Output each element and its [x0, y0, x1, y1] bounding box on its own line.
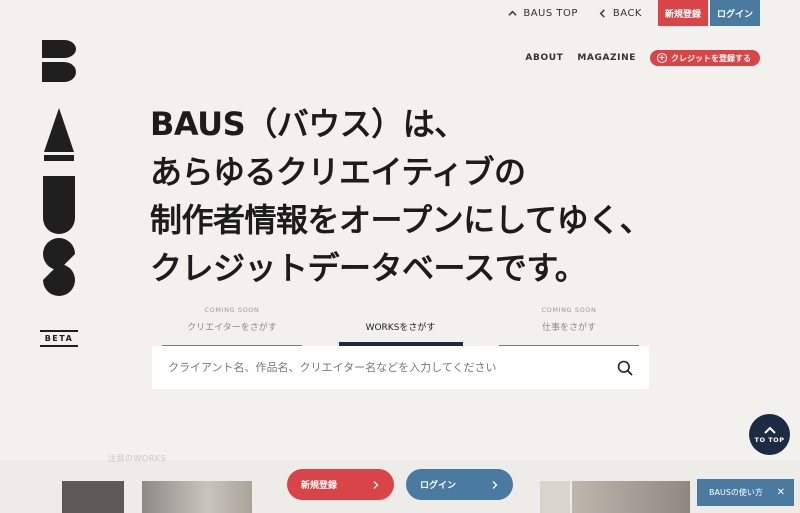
work-thumbnail[interactable] [142, 481, 252, 513]
register-credit-button[interactable]: + クレジットを登録する [650, 50, 760, 66]
tab-search-jobs[interactable]: COMING SOON 仕事をさがす [489, 306, 649, 346]
baus-logo-mark [42, 40, 76, 296]
baus-top-link[interactable]: BAUS TOP [498, 0, 588, 26]
work-thumbnail[interactable] [572, 481, 690, 513]
work-thumbnail[interactable] [540, 481, 570, 513]
hero-line-4: クレジットデータベースです。 [150, 249, 587, 287]
tab-label: WORKSをさがす [365, 323, 436, 333]
pickup-works-label: 注目のWORKS [108, 454, 167, 463]
search-input[interactable] [168, 361, 617, 374]
search-icon[interactable] [617, 360, 633, 376]
how-to-use-label: BAUSの使い方 [709, 488, 763, 497]
back-link[interactable]: BACK [588, 0, 652, 26]
work-thumbnail[interactable] [62, 481, 124, 513]
close-icon[interactable]: ✕ [777, 487, 785, 498]
plus-circle-icon: + [657, 53, 667, 63]
tab-label: クリエイターをさがす [187, 323, 277, 333]
beta-badge: BETA [40, 330, 78, 347]
search-tabs: COMING SOON クリエイターをさがす WORKSをさがす COMING … [152, 306, 649, 346]
main-nav: ABOUT MAGAZINE + クレジットを登録する [525, 50, 760, 66]
back-label: BACK [612, 7, 642, 19]
tab-label: 仕事をさがす [541, 323, 596, 333]
search-box [152, 346, 649, 389]
chevron-right-icon [373, 480, 379, 489]
signup-button[interactable]: 新規登録 [658, 0, 708, 26]
cta-signup-label: 新規登録 [301, 481, 338, 491]
to-top-button[interactable]: TO TOP [749, 414, 790, 455]
cta-login-button[interactable]: ログイン [406, 469, 513, 500]
chevron-right-icon [492, 480, 498, 489]
coming-soon-label: COMING SOON [204, 306, 260, 314]
hero-line-1: BAUS（バウス）は、 [150, 105, 466, 143]
login-button[interactable]: ログイン [710, 0, 760, 26]
nav-magazine[interactable]: MAGAZINE [577, 53, 636, 63]
baus-top-label: BAUS TOP [523, 7, 578, 19]
hero-line-2: あらゆるクリエイティブの [150, 153, 526, 191]
register-credit-label: クレジットを登録する [671, 53, 751, 63]
coming-soon-label: COMING SOON [541, 306, 597, 314]
to-top-label: TO TOP [754, 435, 785, 444]
tab-search-creators[interactable]: COMING SOON クリエイターをさがす [152, 306, 312, 346]
chevron-left-icon [599, 8, 605, 18]
chevron-up-icon [508, 10, 517, 16]
chevron-up-icon [763, 426, 776, 434]
cta-login-label: ログイン [420, 481, 457, 491]
hero-heading: BAUS（バウス）は、 あらゆるクリエイティブの 制作者情報をオープンにしてゆく… [150, 100, 652, 292]
tab-search-works[interactable]: WORKSをさがす [321, 306, 481, 346]
top-bar: BAUS TOP BACK 新規登録 ログイン [498, 0, 760, 26]
baus-logo[interactable] [42, 40, 76, 312]
coming-soon-label [321, 306, 481, 316]
nav-about[interactable]: ABOUT [525, 53, 563, 63]
how-to-use-banner[interactable]: BAUSの使い方 ✕ [697, 479, 794, 506]
hero-line-3: 制作者情報をオープンにしてゆく、 [150, 201, 652, 239]
cta-signup-button[interactable]: 新規登録 [287, 469, 394, 500]
